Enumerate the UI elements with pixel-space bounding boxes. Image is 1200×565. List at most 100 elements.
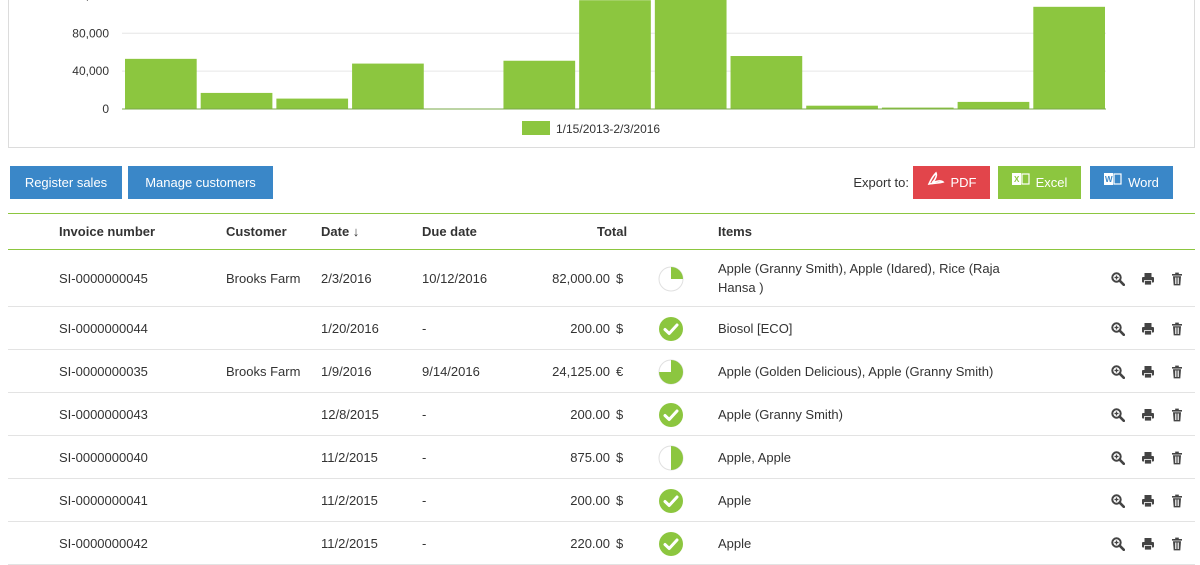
print-icon[interactable] bbox=[1141, 494, 1157, 510]
manage-customers-button[interactable]: Manage customers bbox=[128, 166, 273, 199]
trash-icon[interactable] bbox=[1170, 272, 1186, 288]
sales-bar-chart: 120,000 80,000 40,000 0 1/15/2013-2/3/2016 bbox=[66, 0, 1106, 136]
invoice-total: 220.00 bbox=[570, 535, 610, 551]
invoice-date: 12/8/2015 bbox=[321, 406, 379, 422]
print-icon[interactable] bbox=[1141, 322, 1157, 338]
invoice-date: 11/2/2015 bbox=[321, 535, 378, 551]
trash-icon[interactable] bbox=[1170, 408, 1186, 424]
y-tick-label: 40,000 bbox=[72, 64, 109, 78]
check-circle-icon bbox=[658, 531, 684, 557]
pie-progress-icon bbox=[658, 266, 684, 292]
chart-bar[interactable] bbox=[352, 63, 424, 109]
svg-text:X: X bbox=[1014, 175, 1020, 184]
check-circle-icon bbox=[658, 316, 684, 342]
due-date: 9/14/2016 bbox=[422, 363, 480, 379]
invoice-date: 11/2/2015 bbox=[321, 492, 378, 508]
zoom-icon[interactable] bbox=[1111, 364, 1127, 381]
table-row[interactable]: SI-0000000043 12/8/2015 - 200.00 $ Apple (Gra… bbox=[8, 393, 1195, 436]
chart-bar[interactable] bbox=[125, 58, 197, 109]
zoom-icon[interactable] bbox=[1111, 493, 1127, 510]
invoice-total: 200.00 bbox=[570, 492, 610, 508]
invoice-number: SI-0000000041 bbox=[59, 492, 148, 508]
export-word-button[interactable]: W Word bbox=[1090, 166, 1173, 199]
customer-name bbox=[226, 307, 318, 349]
header-invoice-number[interactable]: Invoice number bbox=[59, 214, 155, 249]
chart-bar[interactable] bbox=[276, 98, 349, 109]
header-items[interactable]: Items bbox=[718, 214, 752, 249]
invoice-date: 11/2/2015 bbox=[321, 449, 378, 465]
chart-legend[interactable]: 1/15/2013-2/3/2016 bbox=[522, 121, 660, 136]
pdf-label: PDF bbox=[950, 175, 977, 190]
zoom-icon[interactable] bbox=[1111, 321, 1127, 338]
customer-name: Brooks Farm bbox=[226, 363, 301, 379]
table-row[interactable]: SI-0000000045 Brooks Farm 2/3/2016 10/12/20… bbox=[8, 250, 1195, 307]
due-date: - bbox=[422, 535, 427, 551]
zoom-icon[interactable] bbox=[1111, 450, 1127, 467]
invoice-total: 82,000.00 bbox=[552, 270, 610, 286]
chart-bars bbox=[125, 0, 1105, 110]
due-date: - bbox=[422, 449, 427, 465]
word-icon: W bbox=[1104, 166, 1122, 199]
y-tick-label: 0 bbox=[102, 102, 109, 116]
invoice-number: SI-0000000042 bbox=[59, 535, 148, 551]
invoice-items: Apple (Granny Smith), Apple (Idared), Ri… bbox=[718, 261, 1000, 295]
customer-name: Brooks Farm bbox=[226, 270, 301, 286]
table-row[interactable]: SI-0000000040 11/2/2015 - 875.00 $ Apple, App… bbox=[8, 436, 1195, 479]
word-label: Word bbox=[1128, 175, 1159, 190]
chart-bar[interactable] bbox=[957, 101, 1030, 109]
trash-icon[interactable] bbox=[1170, 322, 1186, 338]
invoice-date: 2/3/2016 bbox=[321, 270, 372, 286]
customer-name bbox=[226, 479, 318, 521]
print-icon[interactable] bbox=[1141, 365, 1157, 381]
currency: $ bbox=[616, 320, 624, 336]
trash-icon[interactable] bbox=[1170, 494, 1186, 510]
due-date: - bbox=[422, 406, 427, 422]
due-date: 10/12/2016 bbox=[422, 270, 488, 286]
chart-bar[interactable] bbox=[730, 56, 803, 109]
pdf-icon bbox=[927, 166, 945, 199]
invoice-items: Apple (Golden Delicious), Apple (Granny … bbox=[718, 363, 994, 379]
y-tick-label: 120,000 bbox=[66, 0, 110, 2]
chart-y-axis: 120,000 80,000 40,000 0 bbox=[66, 0, 110, 116]
export-excel-button[interactable]: X Excel bbox=[998, 166, 1081, 199]
invoice-number: SI-0000000043 bbox=[59, 406, 148, 422]
export-pdf-button[interactable]: PDF bbox=[913, 166, 990, 199]
zoom-icon[interactable] bbox=[1111, 271, 1127, 288]
invoice-total: 875.00 bbox=[570, 449, 610, 465]
invoice-items: Apple (Granny Smith) bbox=[718, 406, 843, 422]
zoom-icon[interactable] bbox=[1111, 407, 1127, 424]
trash-icon[interactable] bbox=[1170, 365, 1186, 381]
trash-icon[interactable] bbox=[1170, 537, 1186, 553]
chart-bar[interactable] bbox=[1033, 6, 1105, 109]
invoice-number: SI-0000000040 bbox=[59, 449, 148, 465]
print-icon[interactable] bbox=[1141, 537, 1157, 553]
excel-label: Excel bbox=[1035, 175, 1068, 190]
chart-bar[interactable] bbox=[579, 0, 651, 110]
trash-icon[interactable] bbox=[1170, 451, 1186, 467]
table-row[interactable]: SI-0000000042 11/2/2015 - 220.00 $ Apple bbox=[8, 522, 1195, 565]
chart-bar[interactable] bbox=[200, 92, 273, 109]
currency: $ bbox=[616, 492, 624, 508]
invoice-total: 24,125.00 bbox=[552, 363, 610, 379]
chart-bar[interactable] bbox=[503, 60, 576, 109]
currency: € bbox=[616, 363, 624, 379]
header-total[interactable]: Total bbox=[597, 214, 627, 249]
print-icon[interactable] bbox=[1141, 272, 1157, 288]
register-sales-button[interactable]: Register sales bbox=[10, 166, 122, 199]
svg-text:W: W bbox=[1105, 175, 1113, 184]
header-customer[interactable]: Customer bbox=[226, 214, 287, 249]
table-row[interactable]: SI-0000000041 11/2/2015 - 200.00 $ Apple bbox=[8, 479, 1195, 522]
invoice-items: Apple, Apple bbox=[718, 449, 792, 465]
customer-name bbox=[226, 393, 318, 435]
chart-bar[interactable] bbox=[654, 0, 727, 109]
print-icon[interactable] bbox=[1141, 451, 1157, 467]
due-date: - bbox=[422, 320, 427, 336]
header-date[interactable]: Date ↓ bbox=[321, 214, 359, 249]
table-row[interactable]: SI-0000000035 Brooks Farm 1/9/2016 9/14/201… bbox=[8, 350, 1195, 393]
sales-chart-panel: 120,000 80,000 40,000 0 1/15/2013-2/3/2016 bbox=[8, 0, 1195, 148]
table-row[interactable]: SI-0000000044 1/20/2016 - 200.00 $ Biosol [EC… bbox=[8, 307, 1195, 350]
header-due-date[interactable]: Due date bbox=[422, 214, 477, 249]
pie-progress-icon bbox=[658, 359, 684, 385]
zoom-icon[interactable] bbox=[1111, 536, 1127, 553]
print-icon[interactable] bbox=[1141, 408, 1157, 424]
